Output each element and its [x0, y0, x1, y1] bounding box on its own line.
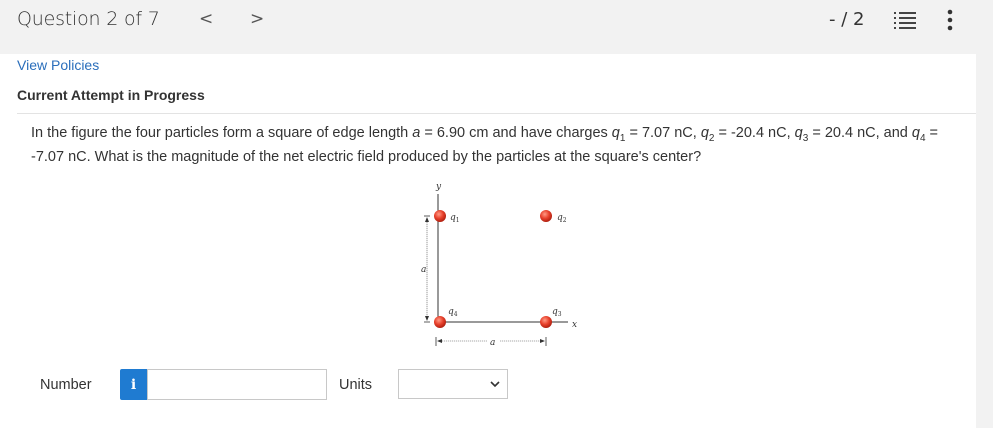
number-input[interactable]: [147, 369, 327, 400]
particle-q3: [540, 316, 552, 328]
question-text: In the figure the four particles form a …: [31, 125, 939, 165]
particle-q2: [540, 210, 552, 222]
y-axis-label: y: [435, 182, 442, 192]
attempt-status: Current Attempt in Progress: [17, 87, 205, 103]
question-counter: Question 2 of 7: [17, 8, 160, 30]
particle-square-figure: y x a a q1 q2 q3 q4: [400, 180, 590, 350]
score-display: - / 2: [829, 9, 865, 30]
next-question-button[interactable]: >: [250, 9, 264, 29]
more-vertical-icon[interactable]: [946, 9, 954, 31]
label-q4: q4: [448, 307, 458, 318]
label-q2: q2: [557, 213, 567, 224]
vertical-edge-label: a: [421, 265, 426, 275]
label-q1: q1: [450, 213, 460, 224]
units-label: Units: [339, 377, 373, 393]
info-icon[interactable]: i: [120, 369, 147, 400]
view-policies-link[interactable]: View Policies: [17, 57, 99, 73]
particle-q4: [434, 316, 446, 328]
horizontal-edge-label: a: [490, 338, 495, 348]
number-label: Number: [40, 377, 92, 393]
top-bar: Question 2 of 7 < > - / 2: [0, 0, 993, 40]
chevron-down-icon: [490, 378, 500, 391]
list-icon[interactable]: [894, 10, 916, 30]
units-select[interactable]: [398, 369, 508, 399]
label-q3: q3: [552, 307, 562, 318]
particle-q1: [434, 210, 446, 222]
previous-question-button[interactable]: <: [199, 9, 213, 29]
divider: [17, 113, 976, 114]
x-axis-label: x: [572, 320, 577, 330]
